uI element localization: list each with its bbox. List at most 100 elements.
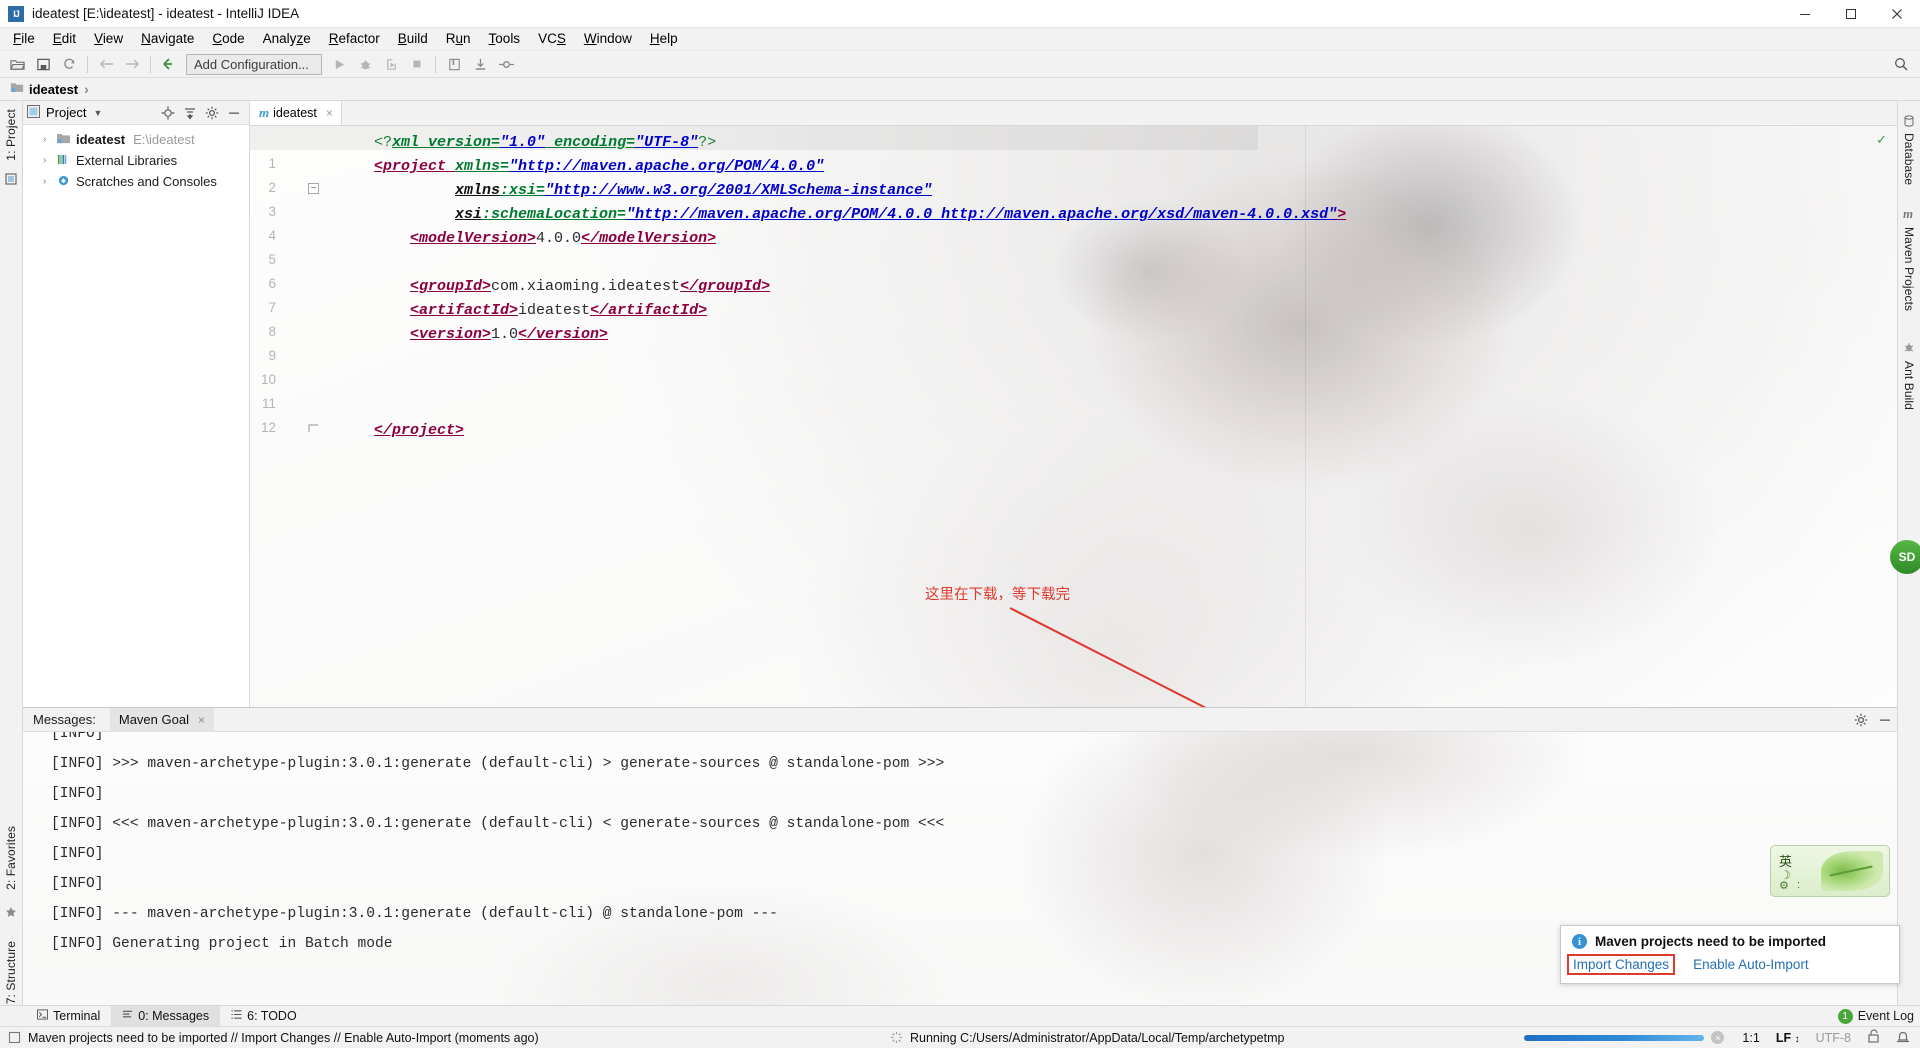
- sidebar-item-ant-build[interactable]: Ant Build: [1902, 361, 1916, 410]
- menu-refactor[interactable]: Refactor: [320, 28, 389, 50]
- back-icon[interactable]: [93, 52, 119, 76]
- menu-analyze[interactable]: Analyze: [254, 28, 320, 50]
- gear-icon[interactable]: [1849, 709, 1873, 731]
- status-message[interactable]: Maven projects need to be imported // Im…: [28, 1031, 539, 1045]
- sidebar-item-maven-projects[interactable]: Maven Projects: [1902, 227, 1916, 311]
- sd-bubble-widget[interactable]: SD: [1890, 540, 1920, 574]
- minimize-icon[interactable]: [1873, 709, 1897, 731]
- project-tree: › ideatest E:\ideatest › External Librar…: [23, 125, 249, 192]
- forward-icon[interactable]: [119, 52, 145, 76]
- save-icon[interactable]: [30, 52, 56, 76]
- import-changes-link[interactable]: Import Changes: [1567, 954, 1676, 975]
- menu-navigate[interactable]: Navigate: [132, 28, 203, 50]
- cancel-progress-button[interactable]: ×: [1711, 1031, 1725, 1044]
- tree-node-external-libraries[interactable]: › External Libraries: [23, 150, 249, 171]
- navigation-bar: ideatest ›: [0, 78, 1920, 101]
- messages-tab-maven-goal[interactable]: Maven Goal ×: [109, 707, 214, 732]
- spinner-icon: [890, 1031, 903, 1044]
- notification-actions-row: Import Changes Enable Auto-Import: [1561, 949, 1899, 975]
- line-separator[interactable]: LF ↕: [1776, 1031, 1800, 1045]
- unlocked-icon[interactable]: [1867, 1029, 1880, 1046]
- menu-help[interactable]: Help: [641, 28, 687, 50]
- tree-node-ideatest[interactable]: › ideatest E:\ideatest: [23, 129, 249, 150]
- commit-icon[interactable]: [493, 52, 519, 76]
- close-icon[interactable]: ×: [198, 713, 205, 727]
- maven-import-notification: i Maven projects need to be imported Imp…: [1560, 925, 1900, 984]
- chevron-right-icon[interactable]: ›: [43, 155, 56, 166]
- close-button[interactable]: [1874, 0, 1920, 28]
- status-bar: Maven projects need to be imported // Im…: [0, 1026, 1920, 1048]
- debug-icon[interactable]: [352, 52, 378, 76]
- project-window-icon: [5, 173, 17, 188]
- menu-tools[interactable]: Tools: [480, 28, 530, 50]
- maximize-button[interactable]: [1828, 0, 1874, 28]
- menu-window[interactable]: Window: [575, 28, 641, 50]
- run-icon[interactable]: [326, 52, 352, 76]
- editor-tab-ideatest[interactable]: m ideatest ×: [250, 101, 342, 125]
- bottom-tool-terminal[interactable]: Terminal: [26, 1006, 111, 1027]
- project-view-icon: [27, 104, 40, 121]
- ime-dots-label[interactable]: :: [1797, 879, 1800, 891]
- status-running-text: Running C:/Users/Administrator/AppData/L…: [910, 1030, 1285, 1045]
- chevron-right-icon[interactable]: ›: [43, 134, 56, 145]
- left-tool-strip: 1: Project 2: Favorites 7: Structure: [0, 101, 23, 1032]
- breadcrumb[interactable]: ideatest ›: [10, 81, 91, 97]
- database-icon: [1903, 115, 1915, 130]
- update-project-icon[interactable]: [467, 52, 493, 76]
- close-icon[interactable]: ×: [326, 106, 333, 120]
- bottom-tool-messages[interactable]: 0: Messages: [111, 1005, 221, 1027]
- notification-title: Maven projects need to be imported: [1595, 934, 1827, 949]
- code-line-3: xmlns:xsi="http://www.w3.org/2001/XMLSch…: [455, 182, 933, 199]
- gear-icon[interactable]: ⚙: [1779, 879, 1789, 892]
- menu-file[interactable]: File: [4, 28, 44, 50]
- sidebar-item-database[interactable]: Database: [1902, 133, 1916, 185]
- line-number: 11: [261, 396, 276, 411]
- collapse-all-icon[interactable]: [179, 102, 201, 124]
- search-everywhere-icon[interactable]: [1888, 52, 1914, 76]
- line-number: 1: [268, 156, 276, 171]
- hector-icon[interactable]: [1896, 1029, 1910, 1046]
- stop-icon[interactable]: [404, 52, 430, 76]
- notification-icon[interactable]: [8, 1031, 21, 1044]
- line-number: 10: [260, 372, 276, 387]
- sidebar-item-favorites[interactable]: 2: Favorites: [4, 826, 18, 890]
- menu-vcs[interactable]: VCS: [529, 28, 575, 50]
- ime-language-bar[interactable]: 英 ☽ ⚙ :: [1770, 845, 1890, 897]
- caret-position[interactable]: 1:1: [1742, 1031, 1759, 1045]
- bottom-tool-todo[interactable]: 6: TODO: [220, 1006, 308, 1027]
- line-number: 7: [268, 300, 276, 315]
- minimize-button[interactable]: [1782, 0, 1828, 28]
- module-folder-icon: [56, 132, 71, 148]
- console-line: [INFO]: [51, 786, 104, 802]
- menu-run[interactable]: Run: [437, 28, 480, 50]
- code-line-4: xsi:schemaLocation="http://maven.apache.…: [455, 206, 1347, 223]
- open-icon[interactable]: [4, 52, 30, 76]
- event-log-badge: 1: [1837, 1008, 1853, 1024]
- toggle-bookmark-icon[interactable]: [441, 52, 467, 76]
- enable-auto-import-link[interactable]: Enable Auto-Import: [1693, 957, 1809, 972]
- chevron-down-icon[interactable]: ▼: [93, 108, 102, 118]
- sync-icon[interactable]: [56, 52, 82, 76]
- menu-code[interactable]: Code: [203, 28, 253, 50]
- event-log-button[interactable]: 1 Event Log: [1837, 1008, 1914, 1024]
- bottom-tool-label: Terminal: [53, 1009, 101, 1023]
- locate-icon[interactable]: [157, 102, 179, 124]
- run-configuration-selector[interactable]: Add Configuration...: [186, 53, 322, 75]
- status-right-group: × 1:1 LF ↕ UTF-8: [1524, 1029, 1914, 1046]
- tree-node-path: E:\ideatest: [133, 132, 195, 147]
- sidebar-item-structure[interactable]: 7: Structure: [4, 941, 18, 1004]
- run-coverage-icon[interactable]: [378, 52, 404, 76]
- toolbar-separator-3: [435, 55, 436, 73]
- sidebar-item-project[interactable]: 1: Project: [4, 109, 18, 161]
- menu-build[interactable]: Build: [389, 28, 437, 50]
- code-editor-text[interactable]: <?xml version="1.0" encoding="UTF-8"?> <…: [318, 126, 1897, 707]
- menu-edit[interactable]: Edit: [44, 28, 85, 50]
- chevron-right-icon[interactable]: ›: [43, 176, 56, 187]
- tree-node-scratches[interactable]: › Scratches and Consoles: [23, 171, 249, 192]
- hide-panel-icon[interactable]: [223, 102, 245, 124]
- file-encoding[interactable]: UTF-8: [1816, 1031, 1851, 1045]
- gear-icon[interactable]: [201, 102, 223, 124]
- code-line-1: <?xml version="1.0" encoding="UTF-8"?>: [374, 134, 717, 151]
- revert-icon[interactable]: [156, 52, 182, 76]
- menu-view[interactable]: View: [85, 28, 132, 50]
